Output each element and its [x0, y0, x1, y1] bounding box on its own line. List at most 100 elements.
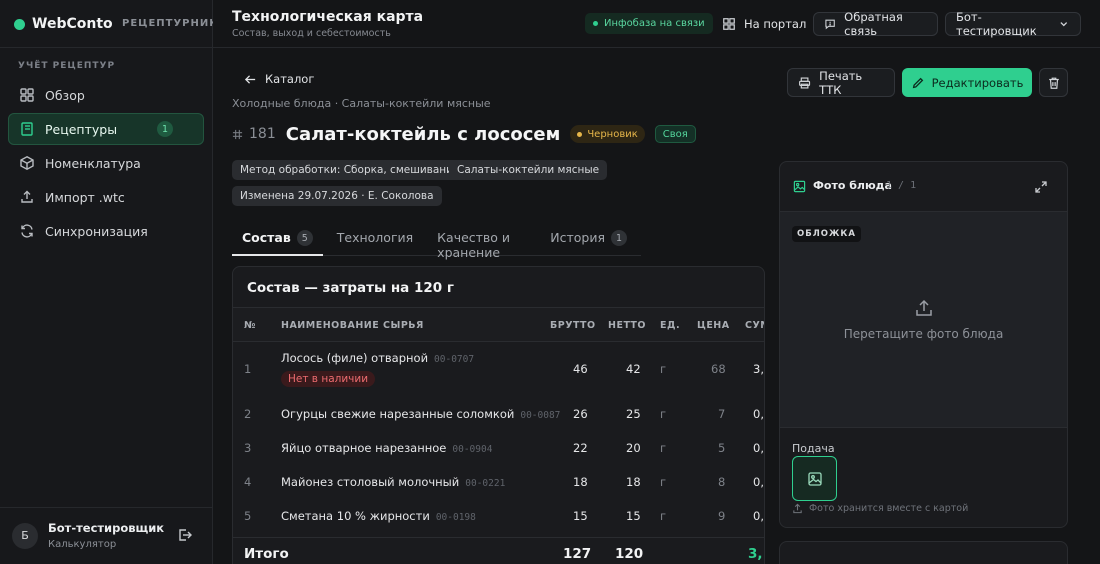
- net-value: 25: [626, 407, 641, 421]
- pencil-icon: [911, 76, 925, 90]
- tab-label: Состав: [242, 230, 291, 245]
- back-link[interactable]: Каталог: [244, 72, 314, 86]
- dropzone-hint: Перетащите фото блюда: [843, 327, 1004, 341]
- photo-dropzone[interactable]: ОБЛОЖКА Перетащите фото блюда: [780, 212, 1067, 428]
- tab-label: История: [550, 230, 605, 245]
- message-icon: [824, 17, 836, 31]
- secondary-card: [779, 541, 1068, 564]
- status-text: Инфобаза на связи: [604, 18, 705, 29]
- unit-value: г: [660, 407, 667, 421]
- edit-button[interactable]: Редактировать: [902, 68, 1032, 97]
- out-of-stock-badge: Нет в наличии: [281, 371, 376, 387]
- brand-logo[interactable]: WebConto: [14, 14, 113, 34]
- arrow-left-icon: [244, 73, 257, 86]
- tab-quality-storage[interactable]: Качество и хранение: [427, 224, 536, 260]
- serving-photo-slot[interactable]: [792, 456, 837, 501]
- upload-icon: [792, 503, 803, 514]
- sum-value: 0,: [753, 407, 764, 421]
- net-value: 15: [626, 509, 641, 523]
- unit-value: г: [660, 509, 667, 523]
- total-net: 120: [615, 546, 644, 562]
- status-badge: Черновик: [570, 125, 645, 143]
- dish-photo-card: Фото блюда 1 / 1 ОБЛОЖКА Перетащите фото…: [779, 161, 1068, 528]
- sidebar: WebConto РЕЦЕПТУРНИК УЧЁТ РЕЦЕПТУР Обзор…: [0, 0, 217, 564]
- column-header: №: [244, 320, 256, 331]
- table-total-row: Итого 127 120 3,: [233, 537, 764, 564]
- composition-title: Состав — затраты на 120 г: [247, 280, 454, 296]
- price-value: 8: [718, 475, 726, 489]
- tab-composition[interactable]: Состав 5: [232, 224, 323, 256]
- sidebar-item-label: Обзор: [45, 87, 85, 103]
- ingredient-code: 00-0198: [435, 512, 476, 523]
- ingredient-code: 00-0904: [452, 444, 493, 455]
- upload-icon: [914, 298, 934, 318]
- tab-label: Качество и хранение: [437, 230, 511, 260]
- user-select[interactable]: Бот-тестировщик: [945, 10, 1081, 38]
- grid-icon: [19, 87, 35, 103]
- logout-icon[interactable]: [177, 527, 193, 543]
- table-header: № НАИМЕНОВАНИЕ СЫРЬЯ БРУТТО НЕТТО ЕД. ЦЕ…: [233, 307, 764, 342]
- column-header: НАИМЕНОВАНИЕ СЫРЬЯ: [281, 320, 424, 331]
- column-header: ЦЕНА: [697, 320, 730, 331]
- total-gross: 127: [563, 546, 592, 562]
- gross-value: 22: [573, 441, 588, 455]
- sidebar-item-badge: 1: [157, 121, 173, 137]
- portal-link[interactable]: На портал: [722, 12, 806, 36]
- ingredient-label: Яйцо отварное нарезанное: [281, 441, 447, 455]
- edit-label: Редактировать: [931, 75, 1024, 90]
- row-number: 1: [244, 362, 252, 376]
- gross-value: 26: [573, 407, 588, 421]
- table-row[interactable]: 3 Яйцо отварное нарезанное 00-0904 22 20 …: [233, 433, 764, 467]
- gross-value: 18: [573, 475, 588, 489]
- unit-value: г: [660, 362, 667, 376]
- sidebar-footer-divider: [0, 507, 212, 508]
- row-number: 4: [244, 475, 252, 489]
- table-row[interactable]: 1 Лосось (филе) отварной 00-0707 Нет в на…: [233, 343, 764, 399]
- ingredient-name: Сметана 10 % жирности 00-0198: [281, 509, 476, 523]
- table-row[interactable]: 4 Майонез столовый молочный 00-0221 18 18…: [233, 467, 764, 501]
- tab-technology[interactable]: Технология: [327, 224, 423, 255]
- print-button[interactable]: Печать ТТК: [787, 68, 895, 97]
- avatar: Б: [12, 522, 38, 549]
- price-value: 5: [718, 441, 726, 455]
- ingredient-label: Сметана 10 % жирности: [281, 509, 430, 523]
- recipe-title-row: 181 Салат-коктейль с лососем Черновик Св…: [232, 121, 696, 147]
- net-value: 18: [626, 475, 641, 489]
- cover-tag: ОБЛОЖКА: [792, 226, 861, 242]
- table-row[interactable]: 5 Сметана 10 % жирности 00-0198 15 15 г 9…: [233, 501, 764, 535]
- sidebar-item-nomenclature[interactable]: Номенклатура: [8, 147, 204, 179]
- sidebar-item-label: Номенклатура: [45, 155, 141, 171]
- total-label: Итого: [244, 546, 289, 562]
- tab-history[interactable]: История 1: [540, 224, 637, 255]
- sidebar-item-label: Импорт .wtc: [45, 189, 125, 205]
- column-header: НЕТТО: [608, 320, 646, 331]
- cube-icon: [19, 155, 35, 171]
- delete-button[interactable]: [1039, 68, 1068, 97]
- user-profile[interactable]: Б Бот-тестировщик Калькулятор: [12, 521, 164, 550]
- ingredient-code: 00-0087: [520, 410, 561, 421]
- sidebar-item-sync[interactable]: Синхронизация: [8, 215, 204, 247]
- sidebar-item-overview[interactable]: Обзор: [8, 79, 204, 111]
- sidebar-item-recipes[interactable]: Рецептуры 1: [8, 113, 204, 145]
- storage-note: Фото хранится вместе с картой: [792, 503, 968, 514]
- column-header: СУМ: [745, 320, 764, 331]
- unit-value: г: [660, 441, 667, 455]
- user-role: Калькулятор: [48, 539, 117, 550]
- ingredient-name: Огурцы свежие нарезанные соломкой 00-0087: [281, 407, 560, 421]
- connection-status-badge: Инфобаза на связи: [585, 13, 713, 34]
- expand-icon[interactable]: [1034, 180, 1048, 194]
- table-row[interactable]: 2 Огурцы свежие нарезанные соломкой 00-00…: [233, 399, 764, 433]
- hash-icon: [232, 129, 243, 140]
- category-chip: Салаты-коктейли мясные: [449, 160, 608, 180]
- gross-value: 15: [573, 509, 588, 523]
- sidebar-item-import[interactable]: Импорт .wtc: [8, 181, 204, 213]
- feedback-label: Обратная связь: [844, 10, 903, 38]
- feedback-button[interactable]: Обратная связь: [813, 10, 938, 38]
- ownership-badge: Своя: [654, 125, 696, 143]
- image-icon: [807, 471, 823, 487]
- price-value: 9: [718, 509, 726, 523]
- sidebar-divider: [0, 47, 212, 48]
- gross-value: 46: [573, 362, 588, 376]
- sum-value: 0,: [753, 509, 764, 523]
- user-select-value: Бот-тестировщик: [956, 10, 1037, 38]
